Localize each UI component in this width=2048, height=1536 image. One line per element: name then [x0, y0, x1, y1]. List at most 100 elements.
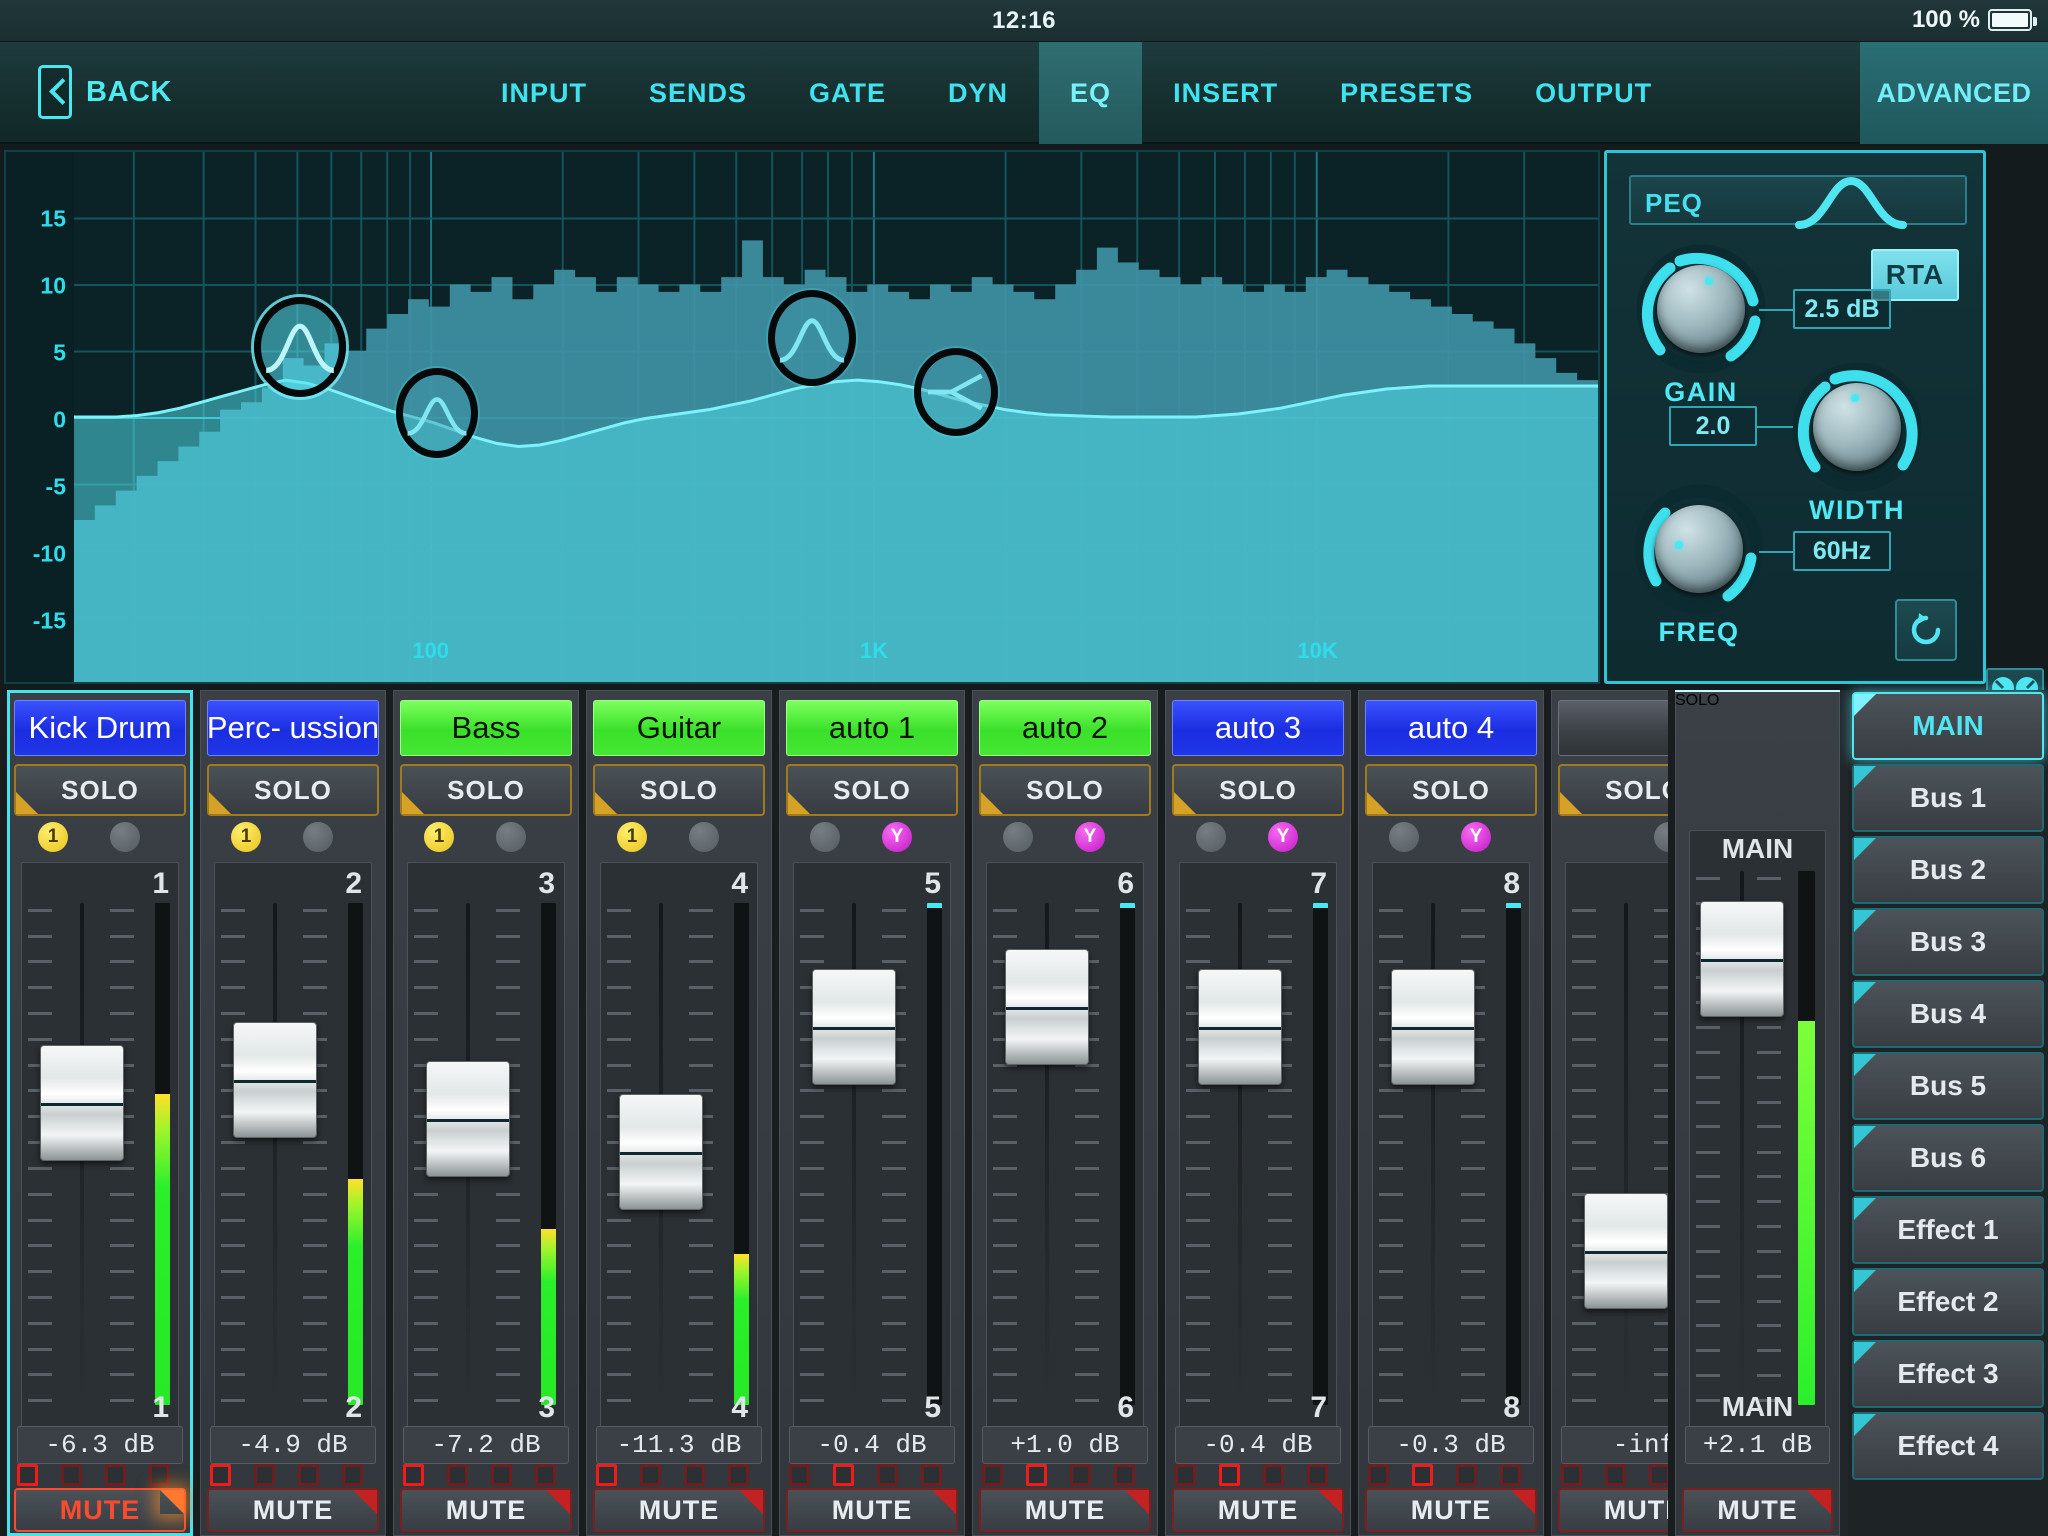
channel-4-db-value[interactable]: -11.3 dB: [596, 1426, 762, 1464]
bus-button-bus-6[interactable]: Bus 6: [1852, 1124, 2044, 1192]
bus-button-main[interactable]: MAIN: [1852, 692, 2044, 760]
channel-strip-2[interactable]: Perc- ussion SOLO 1 2 2 -4.9 dB MUTE: [193, 690, 386, 1536]
channel-5-led-2[interactable]: Y: [882, 822, 912, 852]
reset-button[interactable]: [1895, 599, 1957, 661]
bus-button-bus-1[interactable]: Bus 1: [1852, 764, 2044, 832]
eq-graph[interactable]: 15 10 5 0 -5 -10 -15 100 1K 10K: [4, 150, 1600, 684]
channel-5-solo-button[interactable]: SOLO: [786, 764, 958, 816]
eq-band-handle-4[interactable]: [914, 348, 998, 436]
tab-output[interactable]: OUTPUT: [1504, 42, 1683, 144]
tab-gate[interactable]: GATE: [778, 42, 917, 144]
channel-7-led-2[interactable]: Y: [1268, 822, 1298, 852]
channel-strip-7[interactable]: auto 3 SOLO Y 7 7 -0.4 dB MUTE: [1158, 690, 1351, 1536]
channel-9-fader-handle[interactable]: [1584, 1193, 1668, 1310]
channel-4-pin-4[interactable]: [728, 1464, 749, 1486]
channel-7-pin-1[interactable]: [1175, 1464, 1196, 1486]
channel-6-db-value[interactable]: +1.0 dB: [982, 1426, 1148, 1464]
channel-strip-1[interactable]: Kick Drum SOLO 1 1 1 -6.3 dB MUTE: [0, 690, 193, 1536]
channel-8-led-1[interactable]: [1389, 822, 1419, 852]
back-button[interactable]: BACK: [38, 65, 172, 119]
channel-5-fader-handle[interactable]: [812, 969, 896, 1085]
channel-8-solo-button[interactable]: SOLO: [1365, 764, 1537, 816]
width-value[interactable]: 2.0: [1669, 406, 1757, 446]
channel-1-pin-2[interactable]: [61, 1464, 82, 1486]
channel-6-led-1[interactable]: [1003, 822, 1033, 852]
channel-8-led-2[interactable]: Y: [1461, 822, 1491, 852]
channel-8-pin-2[interactable]: [1412, 1464, 1433, 1486]
main-fader-handle[interactable]: [1700, 901, 1784, 1017]
channel-6-pin-4[interactable]: [1114, 1464, 1135, 1486]
bus-button-effect-1[interactable]: Effect 1: [1852, 1196, 2044, 1264]
channel-7-pin-3[interactable]: [1263, 1464, 1284, 1486]
channel-6-pin-3[interactable]: [1070, 1464, 1091, 1486]
channel-2-solo-button[interactable]: SOLO: [207, 764, 379, 816]
channel-6-mute-button[interactable]: MUTE: [979, 1488, 1151, 1532]
channel-strip-5[interactable]: auto 1 SOLO Y 5 5 -0.4 dB MUTE: [772, 690, 965, 1536]
channel-4-pin-2[interactable]: [640, 1464, 661, 1486]
channel-6-fader-handle[interactable]: [1005, 949, 1089, 1066]
channel-6-solo-button[interactable]: SOLO: [979, 764, 1151, 816]
bus-button-effect-2[interactable]: Effect 2: [1852, 1268, 2044, 1336]
channel-7-db-value[interactable]: -0.4 dB: [1175, 1426, 1341, 1464]
channel-7-pin-2[interactable]: [1219, 1464, 1240, 1486]
channel-2-pin-3[interactable]: [298, 1464, 319, 1486]
freq-value[interactable]: 60Hz: [1793, 531, 1891, 571]
tab-input[interactable]: INPUT: [470, 42, 618, 144]
channel-5-name-button[interactable]: auto 1: [786, 700, 958, 756]
channel-7-pin-4[interactable]: [1307, 1464, 1328, 1486]
channel-4-solo-button[interactable]: SOLO: [593, 764, 765, 816]
bus-button-bus-4[interactable]: Bus 4: [1852, 980, 2044, 1048]
channel-2-db-value[interactable]: -4.9 dB: [210, 1426, 376, 1464]
channel-4-led-2[interactable]: [689, 822, 719, 852]
channel-2-pin-2[interactable]: [254, 1464, 275, 1486]
channel-3-fader-handle[interactable]: [426, 1061, 510, 1178]
channel-3-pin-1[interactable]: [403, 1464, 424, 1486]
channel-2-mute-button[interactable]: MUTE: [207, 1488, 379, 1532]
bus-button-bus-5[interactable]: Bus 5: [1852, 1052, 2044, 1120]
channel-5-pin-4[interactable]: [921, 1464, 942, 1486]
channel-7-mute-button[interactable]: MUTE: [1172, 1488, 1344, 1532]
peq-type-selector[interactable]: PEQ: [1629, 175, 1967, 229]
channel-9-pin-2[interactable]: [1605, 1464, 1626, 1486]
channel-7-fader-area[interactable]: 77: [1179, 862, 1337, 1428]
channel-7-fader-handle[interactable]: [1198, 969, 1282, 1085]
channel-5-mute-button[interactable]: MUTE: [786, 1488, 958, 1532]
channel-1-fader-handle[interactable]: [40, 1044, 124, 1161]
channel-3-pin-4[interactable]: [535, 1464, 556, 1486]
main-mute-button[interactable]: MUTE: [1682, 1488, 1833, 1532]
channel-5-db-value[interactable]: -0.4 dB: [789, 1426, 955, 1464]
channel-strip-8[interactable]: auto 4 SOLO Y 8 8 -0.3 dB MUTE: [1351, 690, 1544, 1536]
channel-1-mute-button[interactable]: MUTE: [14, 1488, 186, 1532]
channel-6-name-button[interactable]: auto 2: [979, 700, 1151, 756]
channel-8-name-button[interactable]: auto 4: [1365, 700, 1537, 756]
eq-band-handle-1[interactable]: [254, 297, 346, 397]
tab-advanced[interactable]: ADVANCED: [1860, 42, 2048, 144]
channel-6-pin-1[interactable]: [982, 1464, 1003, 1486]
gain-knob[interactable]: GAIN: [1635, 243, 1767, 407]
freq-knob[interactable]: FREQ: [1633, 483, 1765, 647]
channel-8-fader-handle[interactable]: [1391, 969, 1475, 1085]
channel-1-led-2[interactable]: [110, 822, 140, 852]
tab-presets[interactable]: PRESETS: [1309, 42, 1504, 144]
channel-2-pin-1[interactable]: [210, 1464, 231, 1486]
channel-3-mute-button[interactable]: MUTE: [400, 1488, 572, 1532]
channel-4-led-1[interactable]: 1: [617, 822, 647, 852]
channel-8-fader-area[interactable]: 88: [1372, 862, 1530, 1428]
channel-4-fader-area[interactable]: 44: [600, 862, 758, 1428]
channel-6-pin-2[interactable]: [1026, 1464, 1047, 1486]
channel-1-pin-1[interactable]: [17, 1464, 38, 1486]
channel-5-pin-2[interactable]: [833, 1464, 854, 1486]
bus-button-effect-4[interactable]: Effect 4: [1852, 1412, 2044, 1480]
channel-8-mute-button[interactable]: MUTE: [1365, 1488, 1537, 1532]
channel-1-fader-area[interactable]: 11: [21, 862, 179, 1428]
channel-8-db-value[interactable]: -0.3 dB: [1368, 1426, 1534, 1464]
channel-5-pin-3[interactable]: [877, 1464, 898, 1486]
channel-7-name-button[interactable]: auto 3: [1172, 700, 1344, 756]
main-fader-area[interactable]: MAIN MAIN: [1689, 830, 1826, 1428]
main-solo-button[interactable]: SOLO: [1675, 692, 1840, 710]
channel-3-led-2[interactable]: [496, 822, 526, 852]
channel-strip-4[interactable]: Guitar SOLO 1 4 4 -11.3 dB MUTE: [579, 690, 772, 1536]
channel-5-led-1[interactable]: [810, 822, 840, 852]
eq-band-handle-3[interactable]: [768, 290, 856, 386]
channel-4-mute-button[interactable]: MUTE: [593, 1488, 765, 1532]
